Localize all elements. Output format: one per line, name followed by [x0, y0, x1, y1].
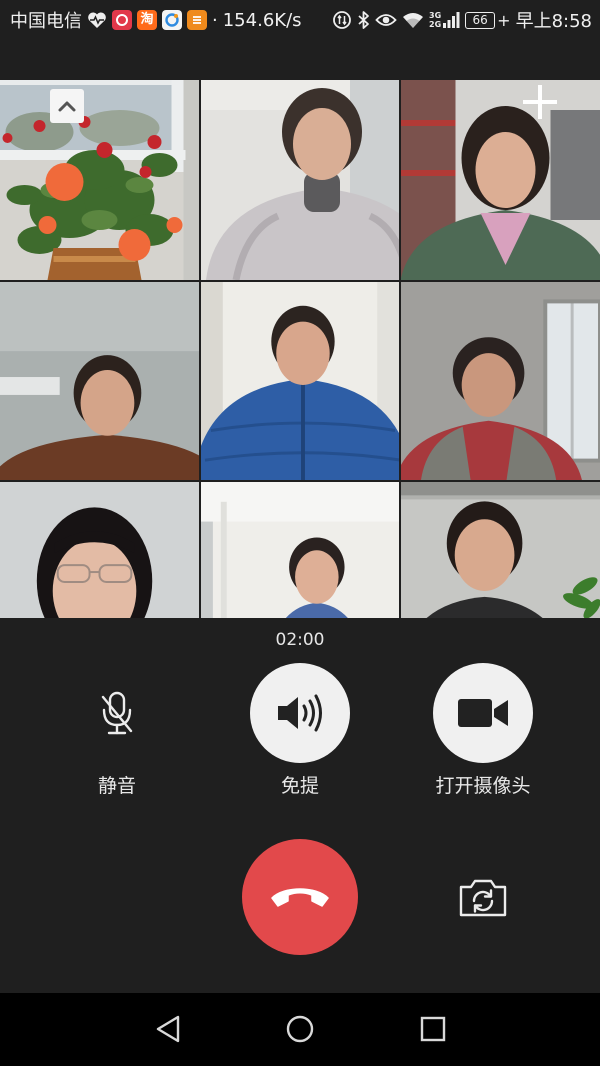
charging-indicator: + [497, 10, 511, 30]
collapse-button[interactable] [50, 89, 84, 123]
wifi-icon [402, 12, 424, 29]
chevron-up-icon [58, 101, 76, 112]
video-tile[interactable] [0, 282, 199, 480]
video-tile[interactable] [401, 80, 600, 280]
video-feed [0, 282, 199, 480]
plus-icon [523, 85, 557, 119]
video-tile[interactable] [201, 482, 399, 618]
group-video-call-screen: 中国电信 淘 · 154.6K/s 3G 2G 66 + 早上8:58 02:0… [0, 0, 600, 1066]
video-tile[interactable] [0, 80, 199, 280]
back-icon [156, 1015, 180, 1043]
speaker-icon [278, 694, 322, 732]
mobile-signal-icon: 3G 2G [429, 11, 460, 29]
video-feed [401, 482, 600, 618]
mic-off-icon [101, 691, 133, 735]
browser-icon [162, 10, 182, 30]
health-heart-icon [87, 10, 107, 30]
switch-camera-icon [459, 879, 507, 917]
taobao-icon: 淘 [137, 10, 157, 30]
network-type-primary: 3G [429, 11, 442, 20]
home-icon [286, 1015, 314, 1043]
mute-label: 静音 [97, 775, 136, 797]
video-feed [401, 282, 600, 480]
video-tile[interactable] [401, 282, 600, 480]
hang-up-icon [271, 888, 329, 907]
video-tile[interactable] [0, 482, 199, 618]
switch-camera-button[interactable] [453, 867, 513, 927]
eye-comfort-icon [375, 12, 397, 28]
video-camera-icon [458, 699, 508, 727]
video-feed [201, 80, 399, 280]
speaker-label: 免提 [280, 775, 319, 797]
camera-label: 打开摄像头 [435, 775, 531, 797]
video-feed [201, 482, 399, 618]
taobao-logo-text: 淘 [140, 12, 154, 27]
app-icon-orange [187, 10, 207, 30]
mute-button[interactable] [77, 673, 157, 753]
video-feed [201, 282, 399, 480]
bluetooth-icon [357, 10, 370, 30]
video-feed [0, 80, 199, 280]
speaker-button[interactable] [250, 663, 350, 763]
status-bar: 中国电信 淘 · 154.6K/s 3G 2G 66 + 早上8:58 [0, 0, 600, 40]
home-button[interactable] [270, 999, 330, 1059]
video-feed [401, 80, 600, 280]
carrier-name: 中国电信 [10, 11, 82, 32]
network-speed: 154.6K/s [222, 9, 302, 31]
battery-icon: 66 [465, 11, 496, 29]
video-grid [0, 80, 600, 618]
network-type-secondary: 2G [429, 20, 442, 29]
hang-up-button[interactable] [242, 839, 358, 955]
status-bar-right: 3G 2G 66 + 早上8:58 [332, 7, 592, 33]
status-separator: · [212, 9, 218, 31]
app-notification-icon [112, 10, 132, 30]
back-button[interactable] [138, 999, 198, 1059]
status-bar-left: 中国电信 淘 · 154.6K/s [10, 7, 302, 33]
video-feed [0, 482, 199, 618]
video-tile[interactable] [401, 482, 600, 618]
recents-icon [420, 1016, 446, 1042]
video-tile[interactable] [201, 282, 399, 480]
call-duration: 02:00 [275, 630, 325, 650]
battery-level: 66 [472, 13, 488, 27]
add-member-button[interactable] [520, 82, 560, 122]
camera-button[interactable] [433, 663, 533, 763]
system-nav-bar [0, 993, 600, 1066]
clock: 早上8:58 [515, 11, 592, 32]
recents-button[interactable] [403, 999, 463, 1059]
data-saver-icon [332, 10, 352, 30]
video-tile[interactable] [201, 80, 399, 280]
